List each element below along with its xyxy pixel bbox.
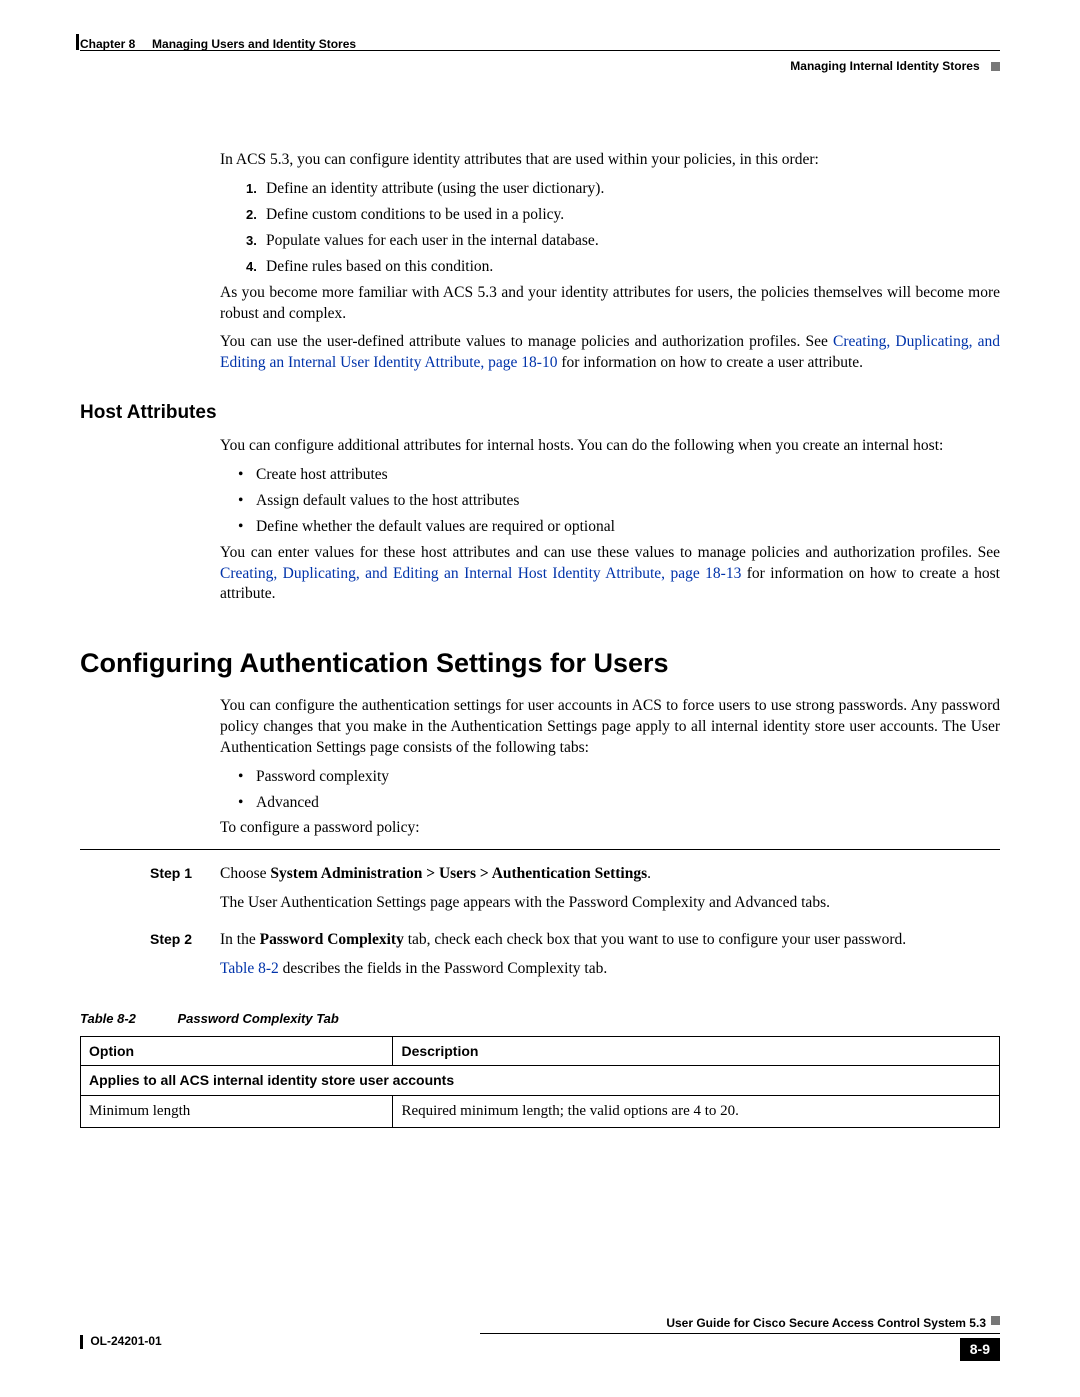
list-item: 2.Define custom conditions to be used in… — [246, 205, 1000, 226]
host-p2: You can enter values for these host attr… — [220, 543, 1000, 606]
list-item: •Define whether the default values are r… — [238, 517, 1000, 538]
ui-path-bold: System Administration > Users > Authenti… — [270, 865, 647, 882]
list-item-text: Create host attributes — [256, 466, 388, 483]
page: Chapter 8 Managing Users and Identity St… — [0, 0, 1080, 1397]
table-number: Table 8-2 — [80, 1011, 136, 1026]
list-item: 1.Define an identity attribute (using th… — [246, 179, 1000, 200]
step-row: Step 1 Choose System Administration > Us… — [80, 864, 1000, 922]
table-caption: Table 8-2 Password Complexity Tab — [80, 1010, 1000, 1028]
table-header-row: Option Description — [81, 1036, 1000, 1066]
section-cell: Applies to all ACS internal identity sto… — [81, 1066, 1000, 1096]
intro-block: In ACS 5.3, you can configure identity a… — [220, 150, 1000, 374]
list-item: 3.Populate values for each user in the i… — [246, 231, 1000, 252]
host-p1: You can configure additional attributes … — [220, 436, 1000, 457]
footer-rule — [480, 1333, 1000, 1334]
text-run: . — [647, 865, 651, 882]
step2-line2: Table 8-2 describes the fields in the Pa… — [220, 959, 1000, 980]
table-block: Table 8-2 Password Complexity Tab Option… — [80, 1010, 1000, 1128]
header-left-bar-icon — [76, 34, 79, 50]
list-item-text: Advanced — [256, 794, 319, 811]
step-label: Step 2 — [80, 930, 220, 988]
list-item-text: Define rules based on this condition. — [266, 258, 493, 275]
guide-title-text: User Guide for Cisco Secure Access Contr… — [666, 1316, 986, 1330]
table-ref-link[interactable]: Table 8-2 — [220, 960, 279, 977]
list-item: •Create host attributes — [238, 465, 1000, 486]
host-block: You can configure additional attributes … — [220, 436, 1000, 605]
page-number: 8-9 — [960, 1338, 1000, 1361]
list-item-text: Define custom conditions to be used in a… — [266, 206, 564, 223]
chapter-title: Managing Users and Identity Stores — [152, 37, 356, 51]
step-body: In the Password Complexity tab, check ea… — [220, 930, 1000, 988]
square-icon — [991, 1316, 1000, 1325]
chapter-label: Chapter 8 — [80, 37, 135, 51]
auth-settings-heading: Configuring Authentication Settings for … — [80, 645, 1000, 681]
intro-ordered-list: 1.Define an identity attribute (using th… — [246, 179, 1000, 278]
cross-ref-link[interactable]: Creating, Duplicating, and Editing an In… — [220, 565, 741, 582]
square-icon — [991, 62, 1000, 71]
auth-block: You can configure the authentication set… — [220, 696, 1000, 840]
list-item: •Password complexity — [238, 767, 1000, 788]
col-description: Description — [393, 1036, 1000, 1066]
content: In ACS 5.3, you can configure identity a… — [80, 150, 1000, 1128]
auth-p1: You can configure the authentication set… — [220, 696, 1000, 759]
table-row: Minimum length Required minimum length; … — [81, 1096, 1000, 1127]
list-item-text: Password complexity — [256, 768, 389, 785]
text-run: tab, check each check box that you want … — [404, 931, 906, 948]
header-section: Managing Internal Identity Stores — [790, 59, 979, 73]
col-option: Option — [81, 1036, 393, 1066]
list-item: 4.Define rules based on this condition. — [246, 257, 1000, 278]
list-item: •Advanced — [238, 793, 1000, 814]
header-rule — [80, 50, 1000, 51]
step2-line1: In the Password Complexity tab, check ea… — [220, 930, 1000, 951]
footer-bar-icon — [80, 1335, 83, 1349]
steps-block: Step 1 Choose System Administration > Us… — [80, 849, 1000, 988]
list-item-text: Populate values for each user in the int… — [266, 232, 599, 249]
step-label: Step 1 — [80, 864, 220, 922]
step1-line2: The User Authentication Settings page ap… — [220, 893, 1000, 914]
text-run: You can use the user-defined attribute v… — [220, 333, 833, 350]
host-attributes-heading: Host Attributes — [80, 400, 1000, 426]
list-item: •Assign default values to the host attri… — [238, 491, 1000, 512]
host-bullet-list: •Create host attributes •Assign default … — [238, 465, 1000, 538]
cell-option: Minimum length — [81, 1096, 393, 1127]
text-run: In the — [220, 931, 260, 948]
auth-p2: To configure a password policy: — [220, 818, 1000, 839]
header-right: Managing Internal Identity Stores — [790, 58, 1000, 74]
intro-p1: In ACS 5.3, you can configure identity a… — [220, 150, 1000, 171]
step-row: Step 2 In the Password Complexity tab, c… — [80, 930, 1000, 988]
footer-left: OL-24201-01 — [80, 1315, 162, 1349]
table-title: Password Complexity Tab — [178, 1011, 339, 1026]
text-run: Choose — [220, 865, 270, 882]
footer-right: User Guide for Cisco Secure Access Contr… — [480, 1315, 1000, 1361]
text-run: describes the fields in the Password Com… — [279, 960, 607, 977]
step-body: Choose System Administration > Users > A… — [220, 864, 1000, 922]
guide-title: User Guide for Cisco Secure Access Contr… — [480, 1315, 1000, 1331]
list-item-text: Assign default values to the host attrib… — [256, 492, 519, 509]
intro-p3: You can use the user-defined attribute v… — [220, 332, 1000, 374]
step1-line1: Choose System Administration > Users > A… — [220, 864, 1000, 885]
doc-number: OL-24201-01 — [90, 1334, 161, 1348]
running-header: Chapter 8 Managing Users and Identity St… — [80, 36, 1000, 86]
list-item-text: Define whether the default values are re… — [256, 518, 615, 535]
list-item-text: Define an identity attribute (using the … — [266, 180, 604, 197]
cell-desc: Required minimum length; the valid optio… — [393, 1096, 1000, 1127]
text-run: You can enter values for these host attr… — [220, 544, 1000, 561]
text-run: for information on how to create a user … — [557, 354, 863, 371]
auth-bullet-list: •Password complexity •Advanced — [238, 767, 1000, 814]
table-section-row: Applies to all ACS internal identity sto… — [81, 1066, 1000, 1096]
password-complexity-table: Option Description Applies to all ACS in… — [80, 1036, 1000, 1128]
intro-p2: As you become more familiar with ACS 5.3… — [220, 283, 1000, 325]
page-footer: OL-24201-01 User Guide for Cisco Secure … — [80, 1315, 1000, 1361]
tab-name-bold: Password Complexity — [260, 931, 404, 948]
